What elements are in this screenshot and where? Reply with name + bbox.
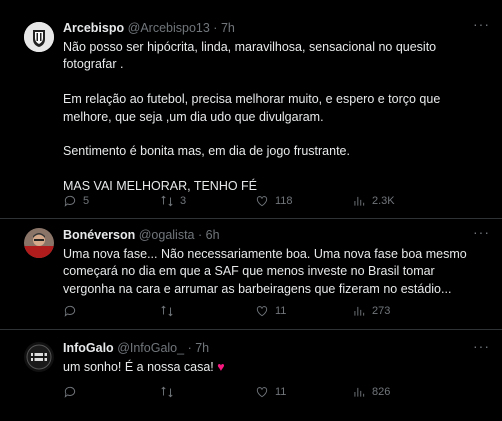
like-icon xyxy=(256,387,268,398)
author-handle[interactable]: @ogalista xyxy=(139,228,195,242)
text-line: um sonho! É a nossa casa! ♥ xyxy=(63,359,490,376)
reply-icon xyxy=(64,386,76,398)
action-bar: 5 3 118 2.3K xyxy=(63,194,490,210)
view-count: 826 xyxy=(372,386,391,398)
like-icon xyxy=(256,306,268,317)
views-icon xyxy=(354,306,365,316)
reply-button[interactable]: 5 xyxy=(63,194,89,208)
post-header: Bonéverson @ogalista · 6h xyxy=(63,227,490,243)
text-line: Sentimento é bonita mas, em dia de jogo … xyxy=(63,144,350,159)
text-line: começará no dia em que a SAF que menos i… xyxy=(63,264,435,279)
separator-dot: · xyxy=(198,228,203,242)
more-icon[interactable]: ··· xyxy=(473,338,490,354)
post-boneverson[interactable]: Bonéverson @ogalista · 6h Uma nova fase.… xyxy=(0,219,502,330)
text-line: MAS VAI MELHORAR, TENHO FÉ xyxy=(63,179,258,194)
like-button[interactable]: 118 xyxy=(255,194,293,208)
action-bar: 11 273 xyxy=(63,304,490,320)
post-header: InfoGalo @InfoGalo_ · 7h xyxy=(63,340,490,356)
more-icon[interactable]: ··· xyxy=(473,224,490,240)
post-text: Uma nova fase... Não necessariamente boa… xyxy=(63,246,490,298)
repost-icon xyxy=(161,195,173,207)
reply-button[interactable] xyxy=(63,385,83,399)
views-icon xyxy=(354,196,365,206)
repost-button[interactable]: 3 xyxy=(160,194,186,208)
like-count: 118 xyxy=(275,195,293,207)
timeline-feed: Arcebispo @Arcebispo13 · 7h Não posso se… xyxy=(0,0,502,421)
reply-button[interactable] xyxy=(63,304,83,318)
author-handle[interactable]: @InfoGalo_ xyxy=(117,341,184,355)
post-time[interactable]: 7h xyxy=(195,341,209,355)
post-text: um sonho! É a nossa casa! ♥ xyxy=(63,359,490,376)
avatar[interactable] xyxy=(24,22,54,52)
text-line: Uma nova fase... Não necessariamente boa… xyxy=(63,247,467,261)
repost-icon xyxy=(161,305,173,317)
repost-icon xyxy=(161,386,173,398)
post-header: Arcebispo @Arcebispo13 · 7h xyxy=(63,20,490,36)
avatar-image xyxy=(24,342,54,372)
repost-button[interactable] xyxy=(160,385,180,399)
reply-icon xyxy=(64,305,76,317)
view-count: 273 xyxy=(372,305,391,317)
text-line: fotografar . xyxy=(63,57,124,72)
like-button[interactable]: 11 xyxy=(255,385,286,399)
like-count: 11 xyxy=(275,386,287,398)
post-text: Não posso ser hipócrita, linda, maravilh… xyxy=(63,39,490,196)
author-name[interactable]: InfoGalo xyxy=(63,341,114,355)
like-count: 11 xyxy=(275,305,287,317)
text-line: vergonha na cara e arrumar as barbeirage… xyxy=(63,281,452,296)
views-icon xyxy=(354,387,365,397)
avatar[interactable] xyxy=(24,228,54,258)
like-icon xyxy=(256,196,268,207)
reply-icon xyxy=(64,195,76,207)
action-bar: 11 826 xyxy=(63,385,490,401)
avatar[interactable] xyxy=(24,342,54,372)
views-button[interactable]: 273 xyxy=(352,304,390,318)
text-span: um sonho! É a nossa casa! xyxy=(63,360,214,374)
author-handle[interactable]: @Arcebispo13 xyxy=(128,21,210,35)
repost-count: 3 xyxy=(180,195,187,207)
reply-count: 5 xyxy=(83,195,90,207)
author-name[interactable]: Arcebispo xyxy=(63,21,124,35)
repost-button[interactable] xyxy=(160,304,180,318)
separator-dot: · xyxy=(187,341,192,355)
post-time[interactable]: 6h xyxy=(206,228,220,242)
separator-dot: · xyxy=(213,21,218,35)
text-line: melhore, que seja ,um dia udo que divulg… xyxy=(63,109,324,124)
text-line: Não posso ser hipócrita, linda, maravilh… xyxy=(63,40,437,54)
views-button[interactable]: 2.3K xyxy=(352,194,395,208)
more-icon[interactable]: ··· xyxy=(473,16,490,32)
author-name[interactable]: Bonéverson xyxy=(63,228,135,242)
text-line: Em relação ao futebol, precisa melhorar … xyxy=(63,92,441,107)
view-count: 2.3K xyxy=(372,195,395,207)
avatar-image xyxy=(24,22,54,52)
avatar-image xyxy=(24,228,54,258)
post-infogalo[interactable]: InfoGalo @InfoGalo_ · 7h um sonho! É a n… xyxy=(0,330,502,421)
heart-emoji: ♥ xyxy=(217,360,225,374)
post-arcebispo[interactable]: Arcebispo @Arcebispo13 · 7h Não posso se… xyxy=(0,0,502,219)
like-button[interactable]: 11 xyxy=(255,304,286,318)
post-time[interactable]: 7h xyxy=(221,21,235,35)
views-button[interactable]: 826 xyxy=(352,385,390,399)
